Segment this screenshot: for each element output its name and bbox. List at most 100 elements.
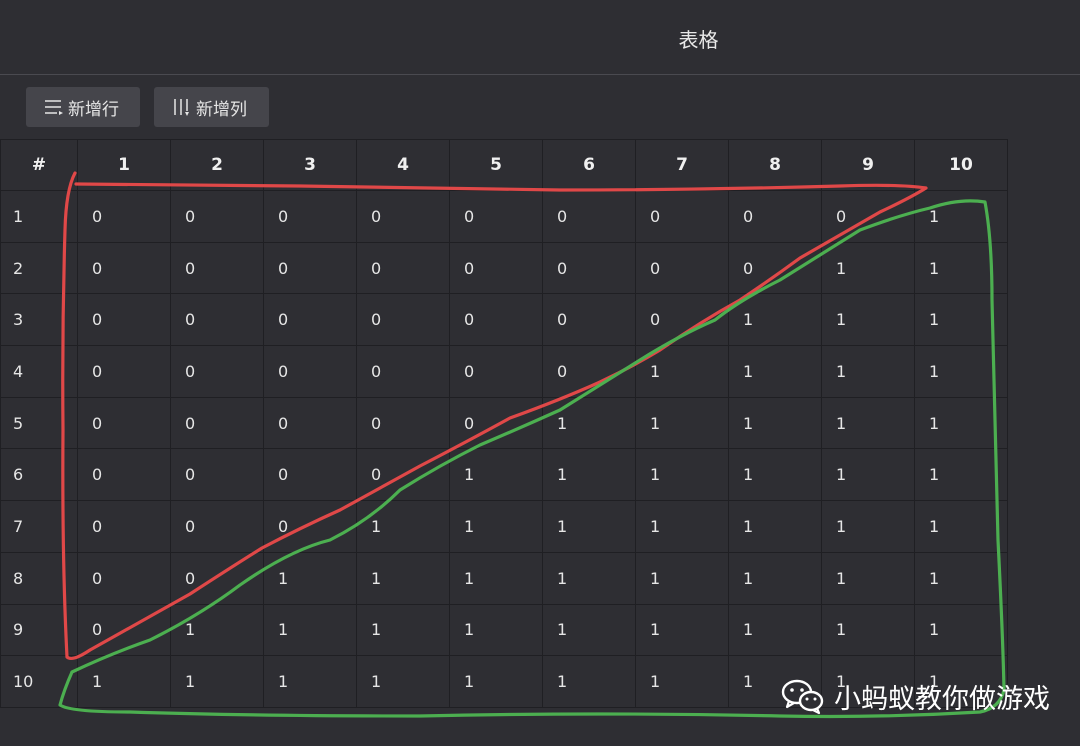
row-header[interactable]: 7 (0, 500, 78, 553)
table-cell[interactable]: 0 (77, 396, 171, 450)
table-cell[interactable]: 1 (635, 448, 729, 502)
table-cell[interactable]: 1 (914, 500, 1008, 553)
table-cell[interactable]: 0 (77, 293, 171, 347)
table-cell[interactable]: 1 (821, 551, 915, 605)
column-header[interactable]: 5 (449, 139, 543, 191)
table-cell[interactable]: 0 (635, 190, 729, 243)
table-cell[interactable]: 1 (170, 603, 264, 657)
row-header[interactable]: 2 (0, 241, 78, 295)
column-header[interactable]: 8 (728, 139, 822, 191)
table-cell[interactable]: 1 (635, 551, 729, 605)
add-column-button[interactable]: 新增列 (154, 87, 269, 127)
column-header[interactable]: 4 (356, 139, 450, 191)
table-cell[interactable]: 1 (542, 603, 636, 657)
table-cell[interactable]: 0 (542, 293, 636, 347)
table-cell[interactable]: 0 (77, 190, 171, 243)
table-cell[interactable]: 1 (542, 655, 636, 708)
column-header[interactable]: 6 (542, 139, 636, 191)
table-cell[interactable]: 1 (914, 448, 1008, 502)
table-cell[interactable]: 1 (821, 293, 915, 347)
column-header[interactable]: 7 (635, 139, 729, 191)
table-cell[interactable]: 1 (542, 396, 636, 450)
table-cell[interactable]: 0 (77, 241, 171, 295)
table-cell[interactable]: 0 (170, 190, 264, 243)
table-cell[interactable]: 0 (449, 345, 543, 398)
table-cell[interactable]: 0 (77, 551, 171, 605)
table-cell[interactable]: 1 (914, 345, 1008, 398)
row-header[interactable]: 3 (0, 293, 78, 347)
table-cell[interactable]: 1 (914, 190, 1008, 243)
column-header[interactable]: 2 (170, 139, 264, 191)
table-cell[interactable]: 1 (635, 396, 729, 450)
table-cell[interactable]: 1 (170, 655, 264, 708)
table-cell[interactable]: 1 (914, 603, 1008, 657)
table-cell[interactable]: 0 (449, 396, 543, 450)
table-cell[interactable]: 0 (542, 190, 636, 243)
table-cell[interactable]: 0 (263, 293, 357, 347)
table-cell[interactable]: 0 (170, 551, 264, 605)
table-cell[interactable]: 1 (728, 500, 822, 553)
table-cell[interactable]: 0 (728, 241, 822, 295)
table-cell[interactable]: 1 (542, 448, 636, 502)
table-cell[interactable]: 0 (77, 448, 171, 502)
table-cell[interactable]: 0 (728, 190, 822, 243)
row-header[interactable]: 1 (0, 190, 78, 243)
table-cell[interactable]: 1 (263, 655, 357, 708)
table-cell[interactable]: 0 (542, 345, 636, 398)
table-cell[interactable]: 1 (449, 655, 543, 708)
table-cell[interactable]: 1 (821, 345, 915, 398)
row-header[interactable]: 6 (0, 448, 78, 502)
table-cell[interactable]: 0 (449, 293, 543, 347)
table-cell[interactable]: 1 (356, 551, 450, 605)
column-header[interactable]: 3 (263, 139, 357, 191)
row-header[interactable]: 5 (0, 396, 78, 450)
table-cell[interactable]: 0 (263, 396, 357, 450)
table-cell[interactable]: 0 (449, 190, 543, 243)
table-cell[interactable]: 0 (635, 293, 729, 347)
table-cell[interactable]: 0 (170, 293, 264, 347)
add-row-button[interactable]: 新增行 (26, 87, 140, 127)
table-cell[interactable]: 0 (263, 190, 357, 243)
table-cell[interactable]: 1 (635, 500, 729, 553)
table-cell[interactable]: 1 (821, 448, 915, 502)
table-cell[interactable]: 1 (542, 551, 636, 605)
table-cell[interactable]: 1 (728, 293, 822, 347)
table-cell[interactable]: 1 (263, 551, 357, 605)
table-cell[interactable]: 0 (170, 448, 264, 502)
table-cell[interactable]: 1 (356, 655, 450, 708)
table-cell[interactable]: 1 (914, 293, 1008, 347)
table-cell[interactable]: 1 (728, 396, 822, 450)
table-cell[interactable]: 1 (635, 345, 729, 398)
row-header[interactable]: 10 (0, 655, 78, 708)
table-cell[interactable]: 0 (263, 241, 357, 295)
table-cell[interactable]: 0 (77, 603, 171, 657)
table-cell[interactable]: 0 (542, 241, 636, 295)
table-cell[interactable]: 0 (821, 190, 915, 243)
table-cell[interactable]: 1 (449, 500, 543, 553)
table-cell[interactable]: 1 (356, 603, 450, 657)
table-cell[interactable]: 1 (728, 551, 822, 605)
table-cell[interactable]: 0 (170, 345, 264, 398)
table-cell[interactable]: 0 (356, 345, 450, 398)
table-cell[interactable]: 1 (728, 603, 822, 657)
table-cell[interactable]: 0 (263, 345, 357, 398)
table-cell[interactable]: 0 (356, 241, 450, 295)
column-header[interactable]: 1 (77, 139, 171, 191)
table-cell[interactable]: 0 (635, 241, 729, 295)
table-cell[interactable]: 1 (635, 603, 729, 657)
table-cell[interactable]: 0 (356, 396, 450, 450)
table-cell[interactable]: 1 (728, 345, 822, 398)
table-cell[interactable]: 1 (449, 603, 543, 657)
table-cell[interactable]: 0 (170, 241, 264, 295)
column-header[interactable]: 9 (821, 139, 915, 191)
table-cell[interactable]: 1 (728, 448, 822, 502)
table-cell[interactable]: 0 (77, 345, 171, 398)
table-cell[interactable]: 1 (821, 396, 915, 450)
table-cell[interactable]: 1 (821, 603, 915, 657)
table-cell[interactable]: 0 (356, 448, 450, 502)
table-cell[interactable]: 1 (914, 551, 1008, 605)
table-cell[interactable]: 0 (170, 500, 264, 553)
table-cell[interactable]: 1 (356, 500, 450, 553)
table-cell[interactable]: 1 (914, 396, 1008, 450)
table-cell[interactable]: 1 (263, 603, 357, 657)
